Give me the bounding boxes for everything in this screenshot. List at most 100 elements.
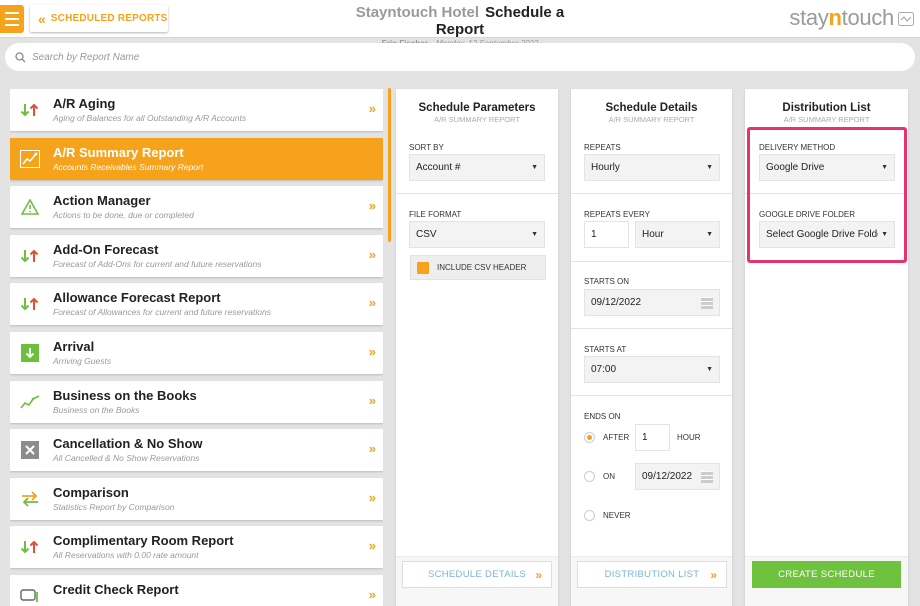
- report-list-item[interactable]: A/R Summary Report Accounts Receivables S…: [10, 137, 383, 180]
- back-button-label: SCHEDULED REPORTS: [50, 13, 168, 24]
- arrows-updown-icon: [20, 247, 40, 265]
- page-header: Stayntouch HotelSchedule a Report Erin F…: [330, 4, 590, 48]
- caret-down-icon: ▼: [531, 231, 538, 238]
- report-subtitle: Business on the Books: [53, 404, 140, 415]
- back-to-scheduled-reports-button[interactable]: « SCHEDULED REPORTS: [30, 5, 168, 32]
- double-chevron-right-icon: »: [368, 441, 376, 457]
- report-search-input[interactable]: Search by Report Name: [5, 43, 915, 71]
- report-title: Add-On Forecast: [53, 241, 159, 257]
- caret-down-icon: ▼: [706, 164, 713, 171]
- distribution-list-button[interactable]: DISTRIBUTION LIST »: [577, 561, 727, 588]
- repeats-value: Hourly: [591, 162, 620, 173]
- ends-on-label: ENDS ON: [584, 412, 621, 421]
- search-placeholder: Search by Report Name: [32, 51, 140, 63]
- report-list-item[interactable]: Comparison Statistics Report by Compariso…: [10, 477, 383, 520]
- arrows-updown-icon: [20, 101, 40, 119]
- divider: [571, 261, 732, 262]
- double-chevron-right-icon: »: [710, 567, 716, 582]
- ends-on-date-input[interactable]: 09/12/2022: [635, 463, 720, 490]
- repeats-every-unit-select[interactable]: Hour ▼: [635, 221, 720, 248]
- warning-icon: [20, 198, 40, 216]
- starts-at-select[interactable]: 07:00 ▼: [584, 356, 720, 383]
- repeats-every-input[interactable]: 1: [584, 221, 629, 248]
- button-label: DISTRIBUTION LIST: [604, 569, 700, 580]
- double-chevron-right-icon: »: [368, 392, 376, 408]
- starts-on-date-input[interactable]: 09/12/2022: [584, 289, 720, 316]
- report-title: Credit Check Report: [53, 581, 179, 597]
- report-list: A/R Aging Aging of Balances for all Outst…: [10, 89, 383, 606]
- menu-button[interactable]: [0, 5, 24, 33]
- repeats-every-unit-value: Hour: [642, 229, 664, 240]
- report-list-item[interactable]: Arrival Arriving Guests »: [10, 331, 383, 374]
- report-subtitle: Accounts Receivables Summary Report: [53, 161, 204, 172]
- repeats-every-value: 1: [591, 229, 597, 240]
- report-list-item[interactable]: Cancellation & No Show All Cancelled & No…: [10, 429, 383, 472]
- divider: [571, 395, 732, 396]
- brand-text-2: n: [828, 5, 842, 30]
- sort-by-label: SORT BY: [409, 143, 444, 152]
- trend-icon: [20, 393, 40, 411]
- cancel-icon: [20, 441, 40, 460]
- after-unit-label: HOUR: [677, 433, 701, 442]
- panel-subtitle: A/R SUMMARY REPORT: [783, 115, 870, 124]
- file-format-select[interactable]: CSV ▼: [409, 221, 545, 248]
- report-list-item[interactable]: Business on the Books Business on the Boo…: [10, 380, 383, 423]
- button-label: SCHEDULE DETAILS: [427, 569, 527, 580]
- repeats-label: REPEATS: [584, 143, 621, 152]
- divider: [571, 193, 732, 194]
- report-title: Allowance Forecast Report: [53, 290, 221, 306]
- checkbox-icon: [417, 261, 429, 274]
- starts-at-value: 07:00: [591, 364, 617, 375]
- double-chevron-right-icon: »: [368, 101, 376, 116]
- arrows-updown-icon: [20, 538, 40, 556]
- brand-text-3: touch: [841, 5, 895, 30]
- after-label: AFTER: [603, 433, 630, 442]
- panel-title: Schedule Details: [605, 102, 698, 114]
- calendar-icon[interactable]: [701, 297, 713, 309]
- hotel-name: Stayntouch Hotel: [355, 4, 480, 21]
- calendar-icon[interactable]: [701, 471, 713, 483]
- report-title: Business on the Books: [53, 387, 197, 403]
- starts-at-label: STARTS AT: [584, 345, 627, 354]
- report-title: Arrival: [53, 338, 95, 354]
- report-title: Comparison: [53, 484, 129, 500]
- double-chevron-left-icon: «: [38, 10, 46, 27]
- file-format-label: FILE FORMAT: [409, 210, 462, 219]
- ends-never-radio[interactable]: [584, 510, 595, 521]
- ends-after-input[interactable]: 1: [635, 424, 670, 451]
- report-title: Complimentary Room Report: [53, 533, 234, 549]
- double-chevron-right-icon: »: [368, 295, 376, 311]
- brand-wave-icon: [898, 12, 914, 26]
- highlight-box: [747, 127, 907, 263]
- caret-down-icon: ▼: [706, 366, 713, 373]
- ends-after-radio[interactable]: [584, 432, 595, 443]
- report-list-item[interactable]: Complimentary Room Report All Reservation…: [10, 526, 383, 569]
- include-csv-header-checkbox[interactable]: INCLUDE CSV HEADER: [410, 255, 546, 280]
- list-scrollbar[interactable]: [388, 88, 391, 242]
- divider: [571, 328, 732, 329]
- caret-down-icon: ▼: [531, 164, 538, 171]
- panel-subtitle: A/R SUMMARY REPORT: [608, 115, 695, 124]
- report-list-item[interactable]: Add-On Forecast Forecast of Add-Ons for c…: [10, 234, 383, 277]
- brand-text-1: stay: [789, 5, 829, 30]
- ends-on-radio[interactable]: [584, 471, 595, 482]
- report-subtitle: Arriving Guests: [53, 355, 112, 366]
- report-subtitle: All Reservations with 0.00 rate amount: [53, 550, 199, 561]
- create-schedule-button[interactable]: CREATE SCHEDULE: [752, 561, 901, 588]
- top-bar: « SCHEDULED REPORTS Stayntouch Hotel Sche…: [0, 0, 920, 48]
- credit-icon: [20, 587, 40, 605]
- double-chevron-right-icon: »: [368, 246, 376, 262]
- report-list-item[interactable]: Credit Check Report »: [10, 574, 383, 606]
- brand-logo: stayntouch: [789, 5, 894, 31]
- compare-icon: [20, 490, 40, 508]
- report-list-item[interactable]: A/R Aging Aging of Balances for all Outst…: [10, 89, 383, 131]
- schedule-details-button[interactable]: SCHEDULE DETAILS »: [402, 561, 552, 588]
- report-list-item[interactable]: Allowance Forecast Report Forecast of All…: [10, 283, 383, 326]
- report-list-item[interactable]: Action Manager Actions to be done, due or…: [10, 186, 383, 229]
- panel-subtitle: A/R SUMMARY REPORT: [434, 115, 520, 124]
- sort-by-select[interactable]: Account # ▼: [409, 154, 545, 181]
- repeats-select[interactable]: Hourly ▼: [584, 154, 720, 181]
- double-chevron-right-icon: »: [368, 343, 376, 359]
- sort-by-value: Account #: [416, 162, 461, 173]
- double-chevron-right-icon: »: [368, 586, 376, 602]
